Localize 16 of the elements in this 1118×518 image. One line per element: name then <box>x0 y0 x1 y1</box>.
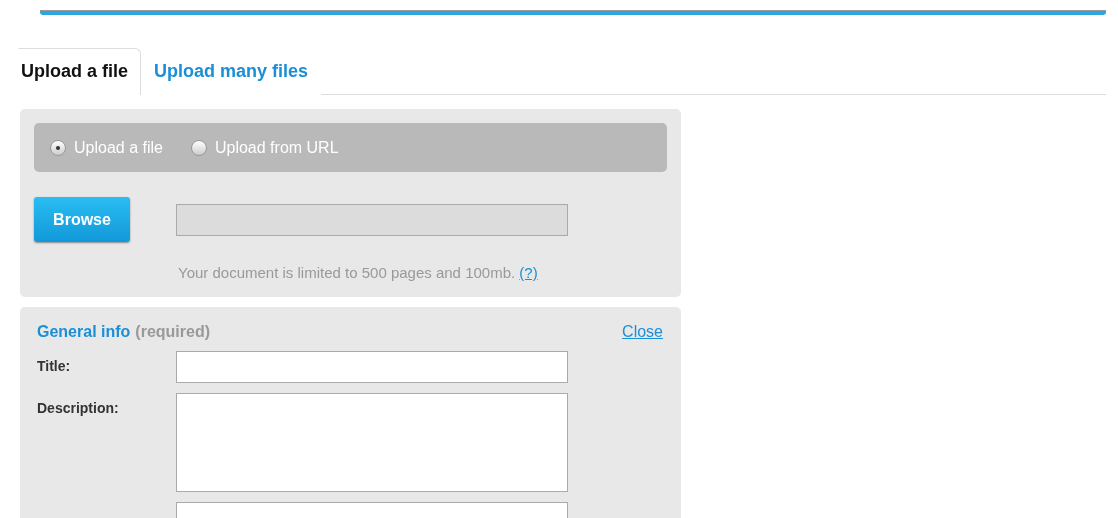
text-field[interactable] <box>176 351 568 383</box>
required-note: (required) <box>135 323 211 340</box>
browse-button[interactable]: Browse <box>34 197 130 242</box>
radio-label[interactable]: Upload a file <box>74 138 163 157</box>
radio-button[interactable] <box>190 139 207 156</box>
section-title: General info <box>37 323 131 340</box>
radio-label[interactable]: Upload from URL <box>214 138 339 157</box>
help-link[interactable]: (?) <box>519 264 538 281</box>
limit-note: Your document is limited to 500 pages and 100mb. (?) <box>178 264 539 281</box>
radio-button[interactable] <box>50 139 66 156</box>
close-link[interactable]: Close <box>622 323 663 341</box>
tab[interactable]: Upload a file <box>18 48 141 95</box>
file-path-field[interactable] <box>176 204 568 236</box>
field-label: Title: <box>37 358 71 374</box>
field-label: Description: <box>37 400 119 416</box>
description-field[interactable] <box>176 393 568 492</box>
